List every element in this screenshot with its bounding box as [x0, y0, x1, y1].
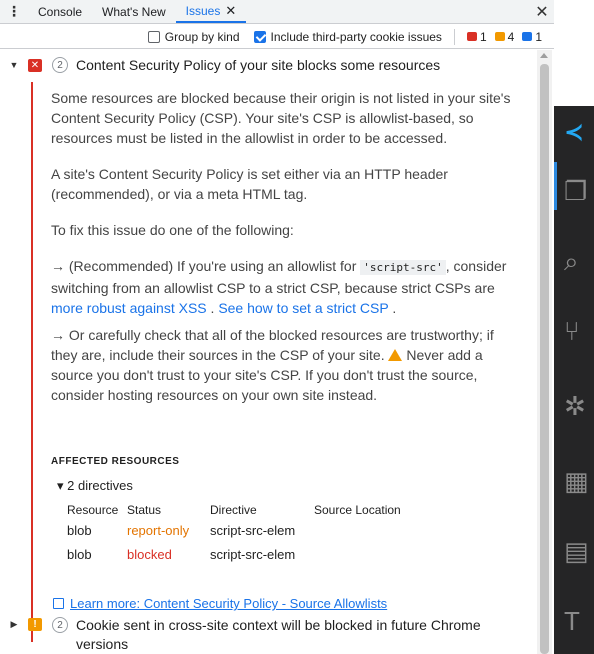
col-directive: Directive [210, 503, 257, 517]
issues-content: ▼ ✕ 2 Content Security Policy of your si… [0, 50, 537, 654]
issue-header-cookie[interactable]: ▶ ! 2 Cookie sent in cross-site context … [0, 616, 537, 654]
error-count: 1 [479, 29, 487, 44]
group-by-kind-box[interactable] [147, 30, 160, 43]
col-status: Status [127, 503, 162, 517]
col-source-location: Source Location [314, 503, 401, 517]
issue-title-csp: Content Security Policy of your site blo… [76, 57, 441, 73]
info-count: 1 [535, 29, 542, 44]
issue-title-cookie: Cookie sent in cross-site context will b… [76, 617, 481, 652]
scrollbar-thumb[interactable] [540, 64, 549, 654]
directives-toggle[interactable]: ▾ 2 directives [57, 478, 133, 494]
search-icon: ⌕ [564, 246, 579, 276]
issue-count-badge: 2 [52, 617, 68, 633]
background-editor-activity-bar: ≺ ❐ ⌕ ⑂ ✲ ▦ ▤ T [554, 106, 594, 654]
collapsed-triangle-icon[interactable]: ▶ [6, 619, 22, 630]
more-tabs-kebab-icon[interactable]: ⋮ [0, 0, 28, 23]
issues-toolbar: Group by kind Include third-party cookie… [0, 25, 554, 49]
warning-severity-icon: ! [28, 618, 42, 631]
row2-status: blocked [127, 547, 172, 562]
col-resource: Resource [67, 503, 119, 517]
tab-close-icon[interactable]: ✕ [225, 3, 236, 19]
issue-count-badge: 2 [52, 57, 68, 73]
learn-more-label: Learn more: Content Security Policy - So… [70, 596, 388, 611]
row2-directive: script-src-elem [210, 547, 296, 562]
extensions-icon: ▦ [564, 466, 589, 496]
warning-triangle-icon [388, 349, 403, 361]
external-link-icon [53, 598, 64, 609]
group-by-kind-checkbox[interactable]: Group by kind [147, 29, 240, 44]
vscode-logo-icon: ≺ [564, 119, 585, 146]
learn-more-link[interactable]: Learn more: Content Security Policy - So… [53, 596, 387, 611]
tab-whats-new-label: What's New [102, 4, 166, 19]
tab-whats-new[interactable]: What's New [92, 0, 176, 23]
source-control-icon: ⑂ [564, 316, 580, 346]
third-party-label: Include third-party cookie issues [270, 29, 442, 44]
row1-resource[interactable]: blob [67, 523, 92, 538]
scroll-up-arrow-icon[interactable] [540, 53, 548, 58]
group-by-kind-label: Group by kind [164, 29, 240, 44]
debug-icon: ✲ [564, 391, 586, 421]
tab-console[interactable]: Console [28, 0, 92, 23]
testing-icon: T [564, 606, 580, 636]
warning-count: 4 [507, 29, 515, 44]
p4-sep: . [206, 300, 219, 316]
more-robust-link[interactable]: more robust against XSS [51, 300, 207, 316]
csp-paragraph-2: A site's Content Security Policy is set … [51, 166, 448, 202]
issue-counts[interactable]: 1 4 1 [453, 28, 542, 45]
third-party-checkbox[interactable]: Include third-party cookie issues [253, 29, 442, 44]
csp-paragraph-4: → (Recommended) If you're using an allow… [51, 256, 521, 318]
script-src-code: 'script-src' [360, 260, 446, 275]
p4-end: . [388, 300, 397, 316]
affected-resources-title: AFFECTED RESOURCES [51, 456, 180, 467]
devtools-tab-bar: ⋮ Console What's New Issues ✕ [0, 0, 554, 24]
row1-directive: script-src-elem [210, 523, 296, 538]
csp-paragraph-1: Some resources are blocked because their… [51, 90, 511, 146]
row2-resource[interactable]: blob [67, 547, 92, 562]
error-count-icon [466, 32, 477, 41]
error-severity-icon: ✕ [28, 58, 42, 72]
expand-triangle-icon[interactable]: ▼ [6, 60, 22, 70]
row1-status: report-only [127, 523, 190, 538]
warning-count-icon [494, 32, 505, 41]
issue-body-csp: Some resources are blocked because their… [31, 82, 537, 642]
csp-paragraph-3: To fix this issue do one of the followin… [51, 222, 294, 238]
info-count-icon [522, 32, 533, 41]
tab-console-label: Console [38, 4, 83, 19]
tab-issues-label: Issues [185, 3, 221, 18]
docker-icon: ▤ [564, 536, 589, 566]
explorer-icon: ❐ [564, 176, 588, 206]
issue-header-csp[interactable]: ▼ ✕ 2 Content Security Policy of your si… [0, 57, 537, 73]
active-indicator [554, 162, 557, 210]
strict-csp-link[interactable]: See how to set a strict CSP [218, 300, 388, 316]
csp-paragraph-5: → Or carefully check that all of the blo… [51, 325, 521, 405]
third-party-box[interactable] [253, 30, 266, 43]
close-drawer-icon[interactable]: ✕ [530, 0, 554, 24]
p4-text-a: → (Recommended) If you're using an allow… [51, 258, 361, 274]
tab-issues[interactable]: Issues ✕ [175, 0, 247, 23]
vertical-scrollbar[interactable] [537, 50, 552, 654]
